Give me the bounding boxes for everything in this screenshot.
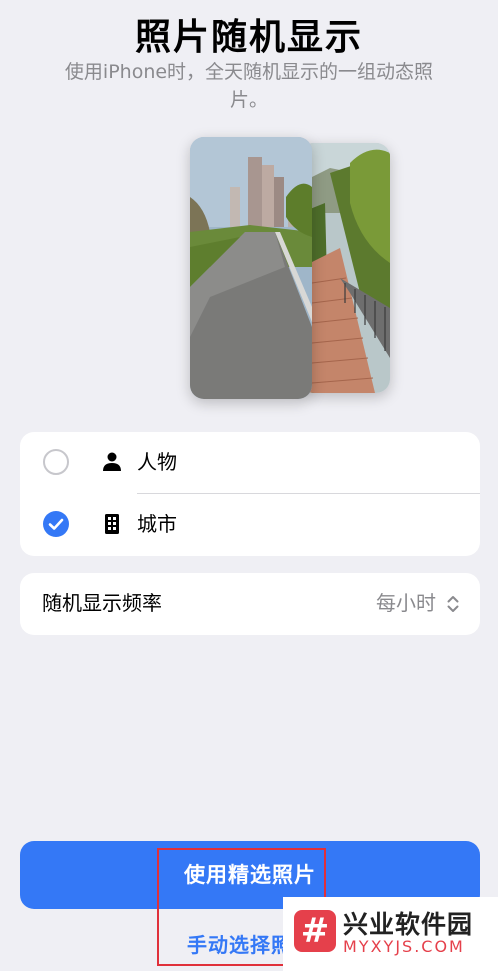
option-label-city: 城市	[137, 512, 177, 536]
watermark-url: MYXYJS.COM	[343, 937, 465, 956]
radio-unchecked-icon[interactable]	[43, 449, 69, 475]
frequency-label: 随机显示频率	[42, 591, 162, 615]
checkmark-circle-icon[interactable]	[43, 511, 69, 537]
page-title: 照片随机显示	[134, 17, 363, 58]
page-subtitle: 使用iPhone时，全天随机显示的一组动态照片。	[64, 61, 434, 111]
watermark: # 兴业软件园 MYXYJS.COM	[283, 897, 498, 971]
watermark-logo-icon: #	[294, 910, 336, 952]
city-walkway-photo	[190, 137, 312, 399]
stairway-photo	[300, 143, 390, 393]
building-icon	[105, 514, 119, 534]
option-label-people: 人物	[137, 450, 177, 474]
album-options-card: 人物 城市	[20, 432, 480, 556]
watermark-name: 兴业软件园	[343, 910, 474, 939]
frequency-value[interactable]: 每小时	[376, 589, 436, 617]
option-row-city[interactable]: 城市	[20, 494, 480, 556]
option-row-people[interactable]: 人物	[20, 432, 480, 494]
frequency-row[interactable]: 随机显示频率 每小时	[20, 573, 480, 635]
chevron-up-down-icon[interactable]	[446, 594, 460, 614]
person-icon	[103, 452, 121, 471]
